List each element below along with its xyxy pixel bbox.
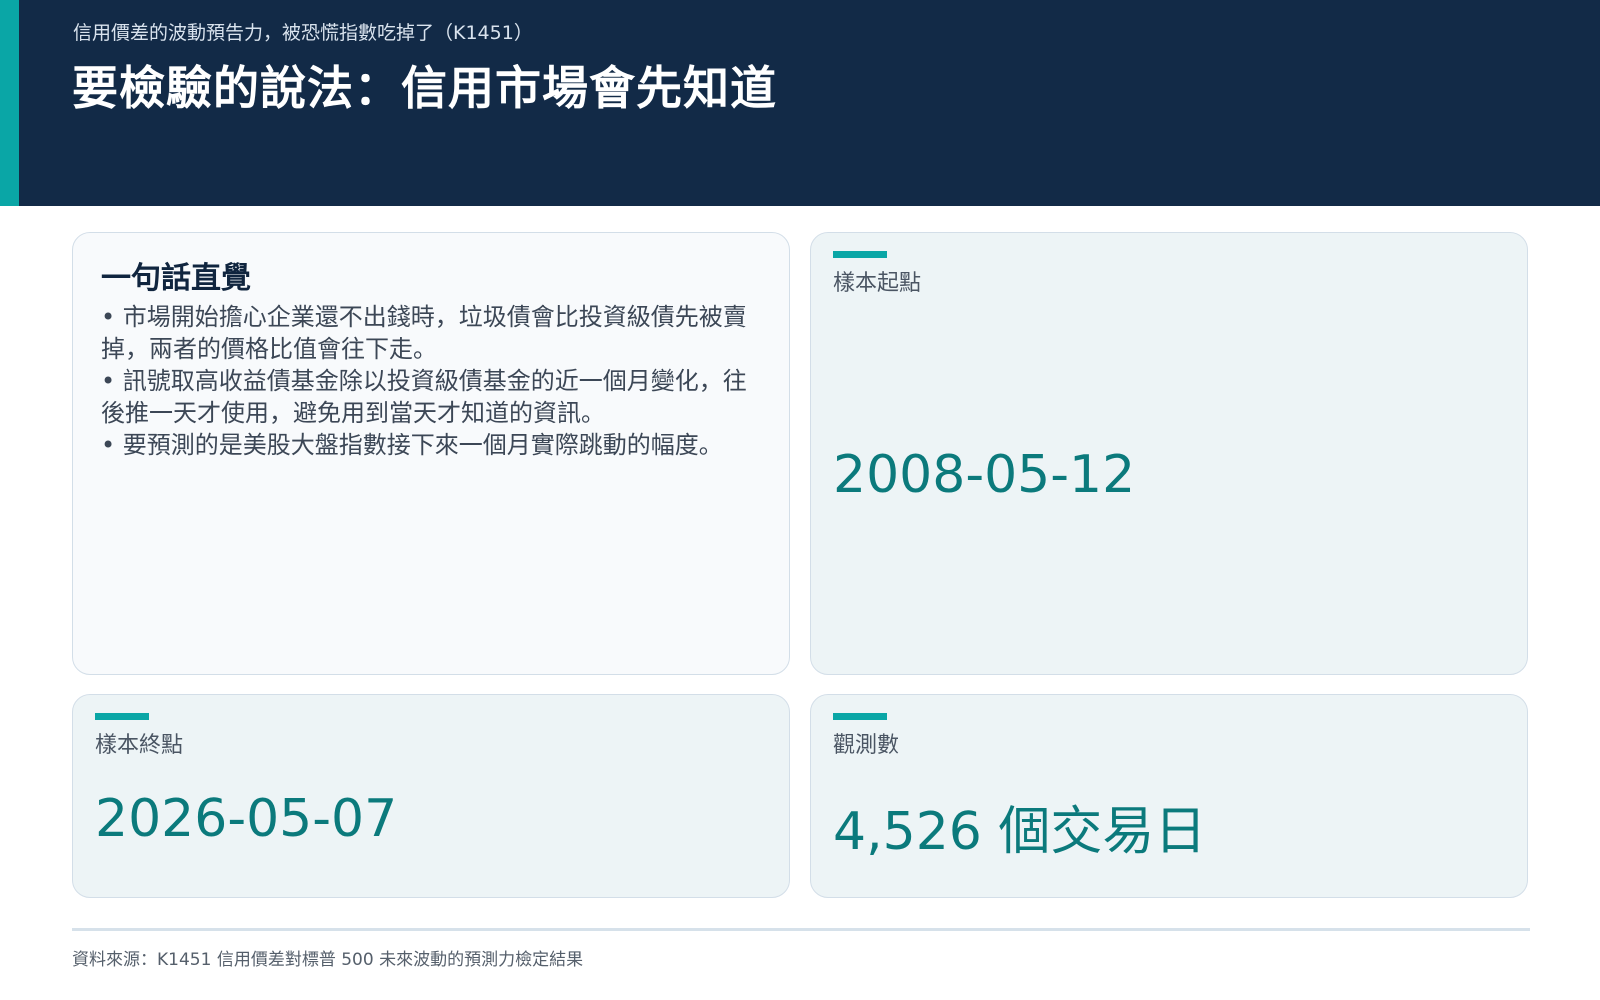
intuition-bullet-3: • 要預測的是美股大盤指數接下來一個月實際跳動的幅度。 xyxy=(101,431,723,459)
kpi-card-sample-end: 樣本終點 2026-05-07 xyxy=(72,694,790,898)
intuition-bullet-2: • 訊號取高收益債基金除以投資級債基金的近一個月變化，往後推一天才使用，避免用到… xyxy=(101,367,747,427)
intuition-bullet-1: • 市場開始擔心企業還不出錢時，垃圾債會比投資級債先被賣掉，兩者的價格比值會往下… xyxy=(101,303,747,363)
page-title: 要檢驗的說法：信用市場會先知道 xyxy=(72,61,777,115)
kpi-accent-bar xyxy=(833,251,887,258)
footer-source: 資料來源：K1451 信用價差對標普 500 未來波動的預測力檢定結果 xyxy=(72,950,584,970)
footer-divider xyxy=(72,928,1530,931)
intuition-bullets: • 市場開始擔心企業還不出錢時，垃圾債會比投資級債先被賣掉，兩者的價格比值會往下… xyxy=(101,301,751,461)
page-subtitle: 信用價差的波動預告力，被恐慌指數吃掉了（K1451） xyxy=(73,22,533,44)
kpi-accent-bar xyxy=(95,713,149,720)
kpi-value-sample-start: 2008-05-12 xyxy=(833,445,1136,505)
kpi-value-observations: 4,526 個交易日 xyxy=(833,802,1207,862)
kpi-accent-bar xyxy=(833,713,887,720)
intuition-card: 一句話直覺 • 市場開始擔心企業還不出錢時，垃圾債會比投資級債先被賣掉，兩者的價… xyxy=(72,232,790,675)
accent-strip xyxy=(0,0,19,206)
kpi-label-sample-end: 樣本終點 xyxy=(95,733,184,758)
header-banner: 信用價差的波動預告力，被恐慌指數吃掉了（K1451） 要檢驗的說法：信用市場會先… xyxy=(0,0,1600,206)
kpi-value-sample-end: 2026-05-07 xyxy=(95,789,398,849)
kpi-card-sample-start: 樣本起點 2008-05-12 xyxy=(810,232,1528,675)
kpi-card-observations: 觀測數 4,526 個交易日 xyxy=(810,694,1528,898)
intuition-title: 一句話直覺 xyxy=(101,261,251,296)
kpi-label-sample-start: 樣本起點 xyxy=(833,271,922,296)
kpi-label-observations: 觀測數 xyxy=(833,733,900,758)
